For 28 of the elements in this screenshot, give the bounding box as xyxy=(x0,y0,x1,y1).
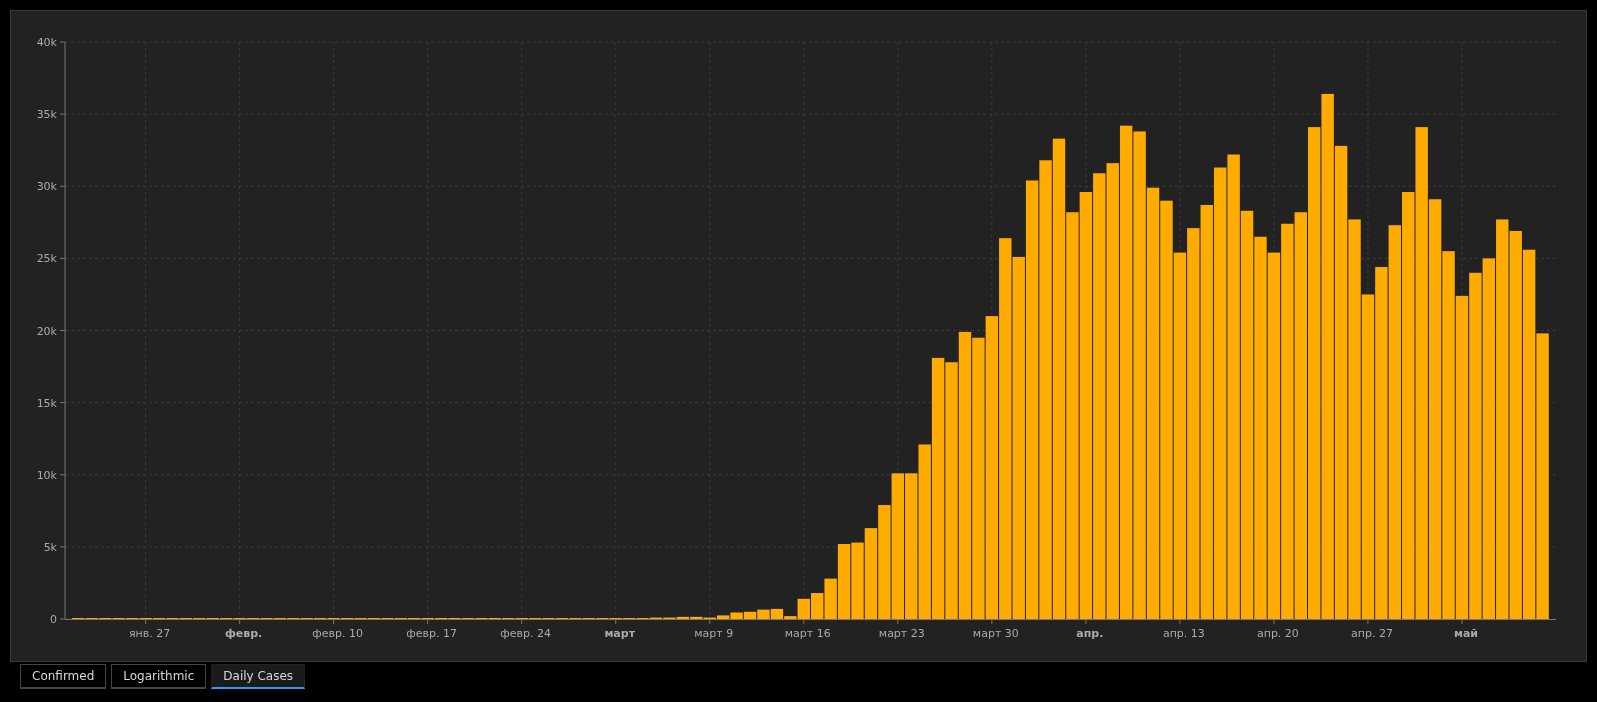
axis-label: 15k xyxy=(36,396,57,410)
tab[interactable]: Daily Cases xyxy=(211,664,306,689)
axis-label: февр. 10 xyxy=(312,627,363,640)
axis-label: 40k xyxy=(36,36,57,49)
tab[interactable]: Logarithmic xyxy=(111,664,207,689)
axis-label: март 16 xyxy=(784,627,831,640)
axis-label: апр. 27 xyxy=(1351,627,1393,640)
axis-label: 30k xyxy=(36,180,57,194)
bar xyxy=(757,609,770,619)
axis-label: апр. 13 xyxy=(1162,627,1205,640)
axis-label: март 23 xyxy=(878,627,925,640)
axis-label: март xyxy=(604,627,636,640)
axis-label: 35k xyxy=(36,108,57,122)
axis-label: май xyxy=(1453,627,1479,640)
axis-label: апр. 20 xyxy=(1256,627,1299,640)
axis-label: февр. 24 xyxy=(500,627,551,640)
axis-label: 0 xyxy=(50,613,57,626)
axis-label: апр. xyxy=(1076,627,1104,640)
axis-label: 20k xyxy=(36,324,57,338)
axis-label: 5k xyxy=(43,540,57,554)
axis-label: февр. xyxy=(224,627,263,640)
tab[interactable]: Confirmed xyxy=(20,664,107,689)
axis-label: 10k xyxy=(36,468,57,482)
axis-label: февр. 17 xyxy=(406,627,457,640)
axis-label: янв. 27 xyxy=(128,627,171,640)
axis-label: март 30 xyxy=(972,627,1019,640)
axis-label: 25k xyxy=(36,252,57,266)
axis-label: март 9 xyxy=(694,627,734,640)
